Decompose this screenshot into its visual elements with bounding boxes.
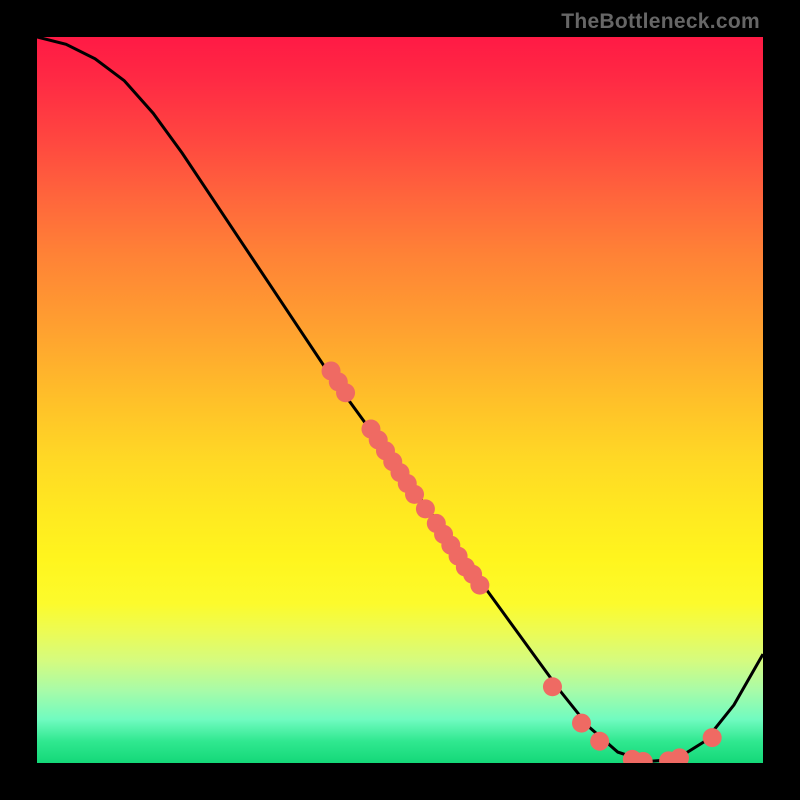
plot-area [37, 37, 763, 763]
watermark-text: TheBottleneck.com [561, 10, 760, 34]
chart-container: TheBottleneck.com [0, 0, 800, 800]
